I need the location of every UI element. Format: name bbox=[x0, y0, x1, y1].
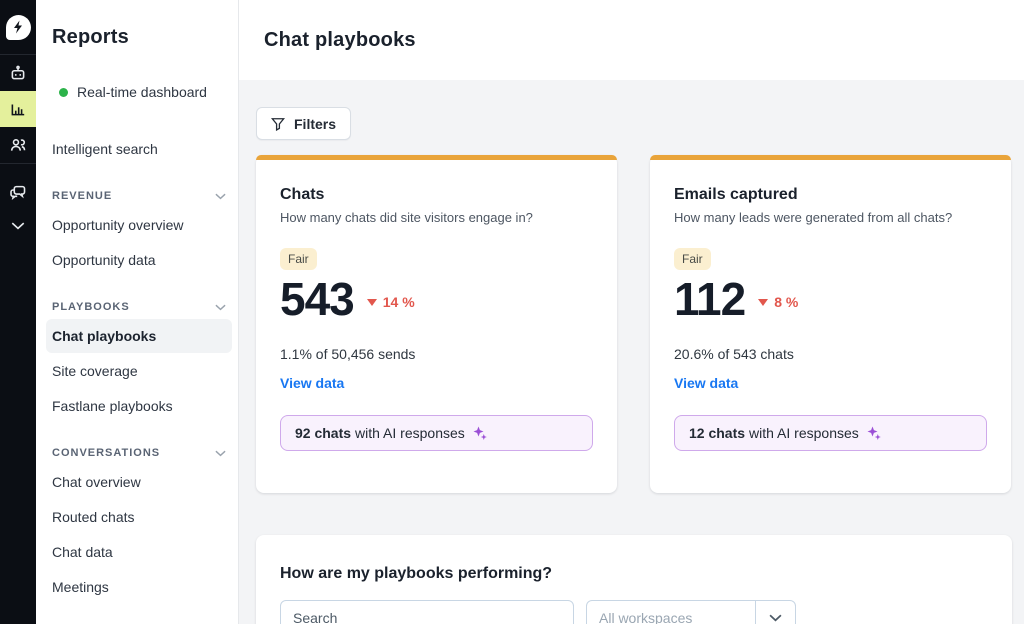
sidebar-item-label: Site coverage bbox=[52, 363, 138, 379]
sidebar-item-label: Routed chats bbox=[52, 509, 135, 525]
performance-heading: How are my playbooks performing? bbox=[280, 565, 553, 582]
view-data-link[interactable]: View data bbox=[674, 375, 738, 391]
rail-item-reports[interactable] bbox=[0, 91, 36, 127]
select-chevron-area bbox=[755, 601, 795, 624]
section-header-revenue[interactable]: REVENUE bbox=[52, 190, 226, 202]
rail-divider bbox=[0, 163, 36, 164]
logo-bubble-icon bbox=[5, 14, 31, 40]
playbooks-performance-card: How are my playbooks performing? All wor… bbox=[256, 535, 1012, 624]
view-data-link[interactable]: View data bbox=[280, 375, 344, 391]
ai-responses-pill[interactable]: 12 chats with AI responses bbox=[674, 414, 987, 451]
chevron-down-icon bbox=[215, 450, 226, 456]
filters-button-label: Filters bbox=[294, 115, 337, 132]
delta-value: 14 % bbox=[382, 294, 415, 311]
rail-item-bot[interactable] bbox=[0, 55, 36, 91]
sidebar-item-routed-chats[interactable]: Routed chats bbox=[46, 500, 232, 534]
section-label: CONVERSATIONS bbox=[52, 447, 161, 459]
metric-delta: 14 % bbox=[366, 294, 415, 311]
sidebar-item-label: Chat playbooks bbox=[52, 328, 157, 344]
performance-controls: All workspaces bbox=[280, 600, 988, 624]
value-row: 112 8 % bbox=[674, 274, 987, 325]
sidebar-title: Reports bbox=[52, 26, 129, 48]
sidebar-item-label: Intelligent search bbox=[52, 141, 158, 157]
metric-context: 1.1% of 50,456 sends bbox=[280, 345, 416, 362]
sidebar-item-meetings[interactable]: Meetings bbox=[46, 570, 232, 604]
sidebar-item-label: Opportunity data bbox=[52, 252, 156, 268]
metric-delta: 8 % bbox=[758, 294, 798, 310]
delta-value: 8 % bbox=[774, 294, 799, 311]
sidebar-item-label: Chat overview bbox=[52, 474, 141, 490]
value-row: 543 14 % bbox=[280, 274, 593, 325]
metric-cards-row: Chats How many chats did site visitors e… bbox=[256, 155, 1012, 493]
sidebar-item-fastlane-playbooks[interactable]: Fastlane playbooks bbox=[46, 389, 232, 423]
sidebar-item-label: Opportunity overview bbox=[52, 217, 184, 233]
sidebar-item-label: Fastlane playbooks bbox=[52, 398, 173, 414]
sparkles-icon bbox=[866, 425, 882, 441]
chevron-down-icon bbox=[11, 222, 25, 230]
card-title: Emails captured bbox=[674, 186, 798, 203]
app-window: Reports Real-time dashboard Intelligent … bbox=[0, 0, 1024, 624]
ai-count: 12 chats bbox=[689, 424, 746, 441]
sidebar-item-site-coverage[interactable]: Site coverage bbox=[46, 354, 232, 388]
triangle-down-icon bbox=[366, 298, 377, 306]
sidebar-item-label: Chat data bbox=[52, 544, 113, 560]
rail-more-toggle[interactable] bbox=[0, 210, 36, 242]
sidebar-item-intelligent-search[interactable]: Intelligent search bbox=[46, 132, 232, 166]
sidebar-item-label: Meetings bbox=[52, 579, 109, 595]
section-label: PLAYBOOKS bbox=[52, 301, 130, 313]
workspace-select[interactable]: All workspaces bbox=[586, 600, 796, 624]
metric-card-chats: Chats How many chats did site visitors e… bbox=[256, 155, 617, 493]
reports-sidebar: Reports Real-time dashboard Intelligent … bbox=[36, 0, 239, 624]
search-input[interactable] bbox=[280, 600, 574, 624]
main-header: Chat playbooks bbox=[239, 0, 1024, 80]
metric-context: 20.6% of 543 chats bbox=[674, 345, 794, 362]
chevron-down-icon bbox=[215, 304, 226, 310]
chevron-down-icon bbox=[769, 614, 782, 622]
section-header-playbooks[interactable]: PLAYBOOKS bbox=[52, 301, 226, 313]
metric-value: 543 bbox=[280, 273, 355, 325]
live-status-dot bbox=[59, 87, 68, 97]
chevron-down-icon bbox=[215, 193, 226, 199]
rating-badge: Fair bbox=[280, 248, 317, 270]
rating-badge: Fair bbox=[674, 248, 711, 270]
sidebar-item-opportunity-overview[interactable]: Opportunity overview bbox=[46, 208, 232, 242]
rail-item-conversations[interactable] bbox=[0, 174, 36, 210]
lightning-bolt-icon bbox=[14, 20, 22, 34]
metric-card-emails-captured: Emails captured How many leads were gene… bbox=[650, 155, 1011, 493]
app-logo[interactable] bbox=[0, 0, 36, 54]
bar-chart-icon bbox=[11, 104, 25, 116]
metric-value: 112 bbox=[674, 273, 746, 325]
robot-icon bbox=[11, 65, 25, 80]
sidebar-item-chat-overview[interactable]: Chat overview bbox=[46, 465, 232, 499]
rail-item-team[interactable] bbox=[0, 127, 36, 163]
sidebar-item-chat-data[interactable]: Chat data bbox=[46, 535, 232, 569]
sidebar-nav: Real-time dashboard Intelligent search R… bbox=[46, 75, 232, 624]
main-area: Chat playbooks Filters Chats How many ch… bbox=[239, 0, 1024, 624]
sidebar-item-label: Real-time dashboard bbox=[77, 84, 207, 100]
ai-responses-pill[interactable]: 92 chats with AI responses bbox=[280, 414, 593, 451]
ai-count: 92 chats bbox=[295, 424, 352, 441]
workspace-select-value: All workspaces bbox=[599, 610, 693, 624]
ai-label: with AI responses bbox=[749, 424, 859, 441]
users-icon bbox=[10, 139, 26, 151]
card-title: Chats bbox=[280, 186, 325, 203]
filter-funnel-icon bbox=[271, 117, 285, 131]
triangle-down-icon bbox=[758, 298, 769, 306]
sidebar-item-opportunity-data[interactable]: Opportunity data bbox=[46, 243, 232, 277]
main-body: Filters Chats How many chats did site vi… bbox=[239, 80, 1024, 624]
sidebar-item-chat-playbooks[interactable]: Chat playbooks bbox=[46, 319, 232, 353]
card-subtitle: How many chats did site visitors engage … bbox=[280, 210, 533, 225]
filters-button[interactable]: Filters bbox=[256, 107, 352, 140]
page-title: Chat playbooks bbox=[264, 28, 416, 51]
ai-label: with AI responses bbox=[355, 424, 465, 441]
sidebar-item-realtime-dashboard[interactable]: Real-time dashboard bbox=[46, 75, 232, 109]
section-header-conversations[interactable]: CONVERSATIONS bbox=[52, 447, 226, 459]
sparkles-icon bbox=[472, 425, 488, 441]
card-subtitle: How many leads were generated from all c… bbox=[674, 210, 953, 225]
chat-bubbles-icon bbox=[10, 185, 26, 201]
section-label: REVENUE bbox=[52, 190, 113, 202]
icon-rail bbox=[0, 0, 36, 624]
